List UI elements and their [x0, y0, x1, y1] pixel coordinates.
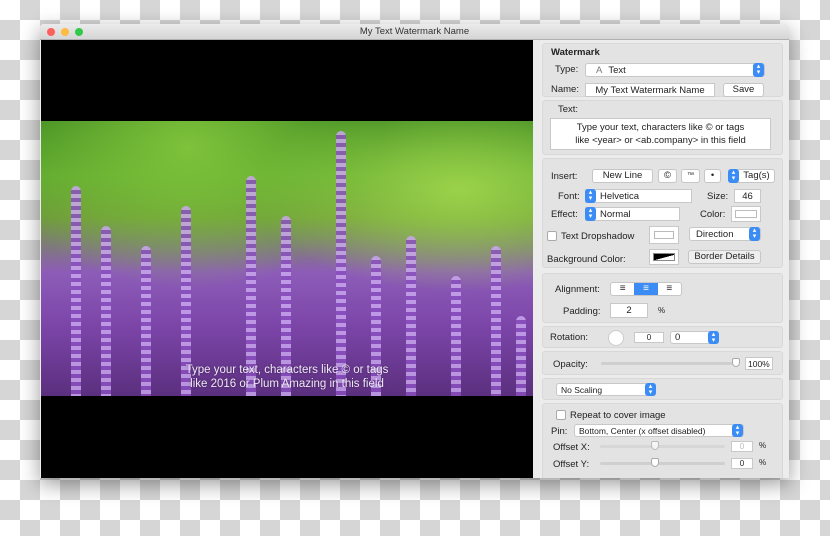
watermark-section: Watermark Type: A Text ▴ ▾ Name: My Text W…	[542, 43, 783, 97]
offset-y-knob[interactable]	[651, 458, 659, 467]
rotation-input[interactable]: 0	[634, 332, 664, 343]
window-title: My Text Watermark Name	[359, 26, 470, 37]
text-input[interactable]: Type your text, characters like © or tag…	[550, 118, 771, 150]
type-select[interactable]: A Text	[585, 63, 765, 77]
image-preview: Type your text, characters like © or tag…	[41, 40, 533, 478]
font-select[interactable]: Helvetica	[585, 189, 692, 203]
opacity-section: Opacity: 100%	[542, 351, 783, 375]
type-stepper-icon[interactable]: ▴ ▾	[753, 63, 764, 77]
close-button[interactable]	[47, 28, 55, 36]
text-section: Text: Type your text, characters like © …	[542, 100, 783, 155]
align-right-icon[interactable]: ≡	[658, 283, 681, 295]
dropshadow-checkbox[interactable]	[547, 231, 557, 241]
bullet-button[interactable]: •	[704, 169, 721, 183]
align-center-icon[interactable]: ≡	[634, 283, 658, 295]
scaling-stepper-icon[interactable]: ▴ ▾	[645, 383, 656, 396]
rotation-section: Rotation: 0 0 ▴ ▾	[542, 326, 783, 348]
effect-select[interactable]: Normal	[585, 207, 680, 221]
alignment-control[interactable]: ≡ ≡ ≡	[610, 282, 682, 296]
rotation-dial[interactable]	[608, 330, 624, 346]
repeat-checkbox[interactable]	[556, 410, 566, 420]
offset-x-knob[interactable]	[651, 441, 659, 450]
text-color-well[interactable]	[731, 206, 761, 222]
padding-input[interactable]: 2	[610, 303, 648, 318]
app-window: My Text Watermark Name Type your text, c…	[40, 24, 789, 478]
border-details-button[interactable]: Border Details	[688, 250, 761, 264]
text-type-icon: A	[596, 65, 603, 76]
title-bar: My Text Watermark Name	[40, 24, 789, 40]
effect-stepper-icon[interactable]: ▴ ▾	[585, 207, 596, 221]
position-section: Repeat to cover image Pin: Bottom, Cente…	[542, 403, 783, 478]
opacity-slider[interactable]	[601, 362, 738, 365]
dropshadow-color-well[interactable]	[649, 226, 679, 244]
copyright-button[interactable]: ©	[658, 169, 677, 183]
opacity-input[interactable]: 100%	[745, 357, 773, 370]
trademark-button[interactable]: ™	[681, 169, 700, 183]
font-section: Insert: New Line © ™ • Tag(s) ▴ ▾ Font: H…	[542, 158, 783, 268]
direction-stepper-icon[interactable]: ▴ ▾	[749, 227, 760, 241]
background-color-well[interactable]	[649, 249, 679, 265]
offset-y-input[interactable]: 0	[731, 458, 753, 469]
minimize-button[interactable]	[61, 28, 69, 36]
font-stepper-icon[interactable]: ▴ ▾	[585, 189, 596, 203]
name-input[interactable]: My Text Watermark Name	[585, 83, 715, 97]
pin-select[interactable]: Bottom, Center (x offset disabled)	[574, 424, 744, 437]
pin-stepper-icon[interactable]: ▴ ▾	[732, 424, 743, 437]
scaling-select[interactable]: No Scaling	[556, 383, 656, 396]
rotation-stepper-icon[interactable]: ▴ ▾	[708, 331, 719, 344]
opacity-slider-knob[interactable]	[732, 358, 740, 367]
align-left-icon[interactable]: ≡	[611, 283, 634, 295]
offset-x-slider[interactable]	[600, 445, 725, 448]
alignment-section: Alignment: ≡ ≡ ≡ Padding: 2 %	[542, 273, 783, 323]
settings-panel: Watermark Type: A Text ▴ ▾ Name: My Text W…	[540, 40, 789, 478]
watermark-overlay: Type your text, characters like © or tag…	[185, 364, 389, 390]
zoom-button[interactable]	[75, 28, 83, 36]
tags-stepper-icon[interactable]: ▴ ▾	[728, 169, 739, 183]
new-line-button[interactable]: New Line	[592, 169, 653, 183]
scaling-section: No Scaling ▴ ▾	[542, 378, 783, 400]
save-button[interactable]: Save	[723, 83, 764, 97]
size-input[interactable]: 46	[734, 189, 761, 203]
offset-y-slider[interactable]	[600, 462, 725, 465]
offset-x-input[interactable]: 0	[731, 441, 753, 452]
lavender-photo: Type your text, characters like © or tag…	[41, 121, 533, 396]
